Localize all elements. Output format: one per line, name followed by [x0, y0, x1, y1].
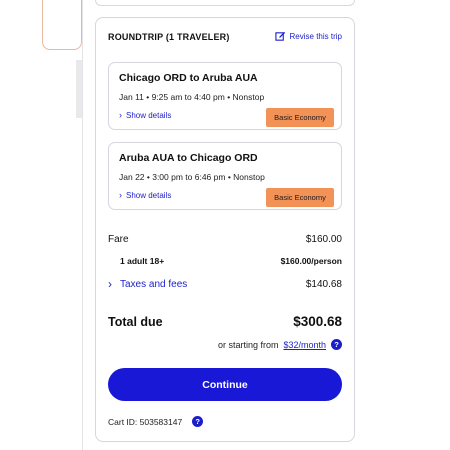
total-value: $300.68 — [293, 314, 342, 329]
fare-class-badge: Basic Economy — [266, 108, 334, 127]
chevron-right-icon: › — [119, 110, 122, 120]
taxes-label: Taxes and fees — [120, 278, 188, 290]
trip-type-title: ROUNDTRIP (1 TRAVELER) — [108, 32, 230, 42]
trip-summary-card: ROUNDTRIP (1 TRAVELER) Revise this trip … — [95, 17, 355, 442]
previous-card-edge — [95, 0, 355, 6]
traveler-price-row: 1 adult 18+ $160.00/person — [108, 256, 342, 266]
revise-trip-label: Revise this trip — [289, 32, 342, 41]
edit-icon — [274, 31, 285, 41]
leg-schedule: Jan 11 • 9:25 am to 4:40 pm • Nonstop — [119, 92, 265, 102]
panel-divider — [82, 0, 83, 450]
fare-class-badge: Basic Economy — [266, 188, 334, 207]
help-icon[interactable]: ? — [192, 416, 204, 427]
traveler-price: $160.00/person — [280, 256, 342, 266]
show-details-label: Show details — [126, 111, 172, 120]
show-details-link[interactable]: › Show details — [119, 190, 172, 201]
taxes-value: $140.68 — [305, 278, 342, 290]
taxes-fees-toggle[interactable]: › Taxes and fees — [108, 278, 187, 290]
show-details-link[interactable]: › Show details — [119, 110, 172, 121]
traveler-label: 1 adult 18+ — [120, 256, 165, 266]
flight-leg-return: Aruba AUA to Chicago ORD Jan 22 • 3:00 p… — [108, 142, 342, 210]
cart-id-row: Cart ID: 503583147 ? — [108, 416, 204, 427]
flight-leg-outbound: Chicago ORD to Aruba AUA Jan 11 • 9:25 a… — [108, 62, 342, 130]
fare-row: Fare $160.00 — [108, 234, 342, 245]
taxes-row: › Taxes and fees $140.68 — [108, 278, 342, 290]
help-icon[interactable]: ? — [331, 339, 342, 350]
leg-route: Aruba AUA to Chicago ORD — [119, 152, 258, 164]
fare-value: $160.00 — [305, 234, 342, 245]
continue-button[interactable]: Continue — [108, 368, 342, 401]
total-row: Total due $300.68 — [108, 314, 342, 329]
monthly-payment-row: or starting from $32/month ? — [218, 339, 342, 350]
total-label: Total due — [108, 314, 163, 329]
chevron-right-icon: › — [119, 190, 122, 200]
background-card-fragment — [42, 0, 82, 50]
monthly-payment-link[interactable]: $32/month — [283, 340, 326, 350]
leg-schedule: Jan 22 • 3:00 pm to 6:46 pm • Nonstop — [119, 172, 265, 182]
revise-trip-link[interactable]: Revise this trip — [274, 31, 342, 42]
chevron-right-icon: › — [108, 277, 112, 291]
fare-label: Fare — [108, 234, 129, 245]
leg-route: Chicago ORD to Aruba AUA — [119, 72, 258, 84]
monthly-prefix: or starting from — [217, 339, 279, 350]
cart-id: Cart ID: 503583147 — [108, 416, 183, 427]
show-details-label: Show details — [126, 191, 172, 200]
